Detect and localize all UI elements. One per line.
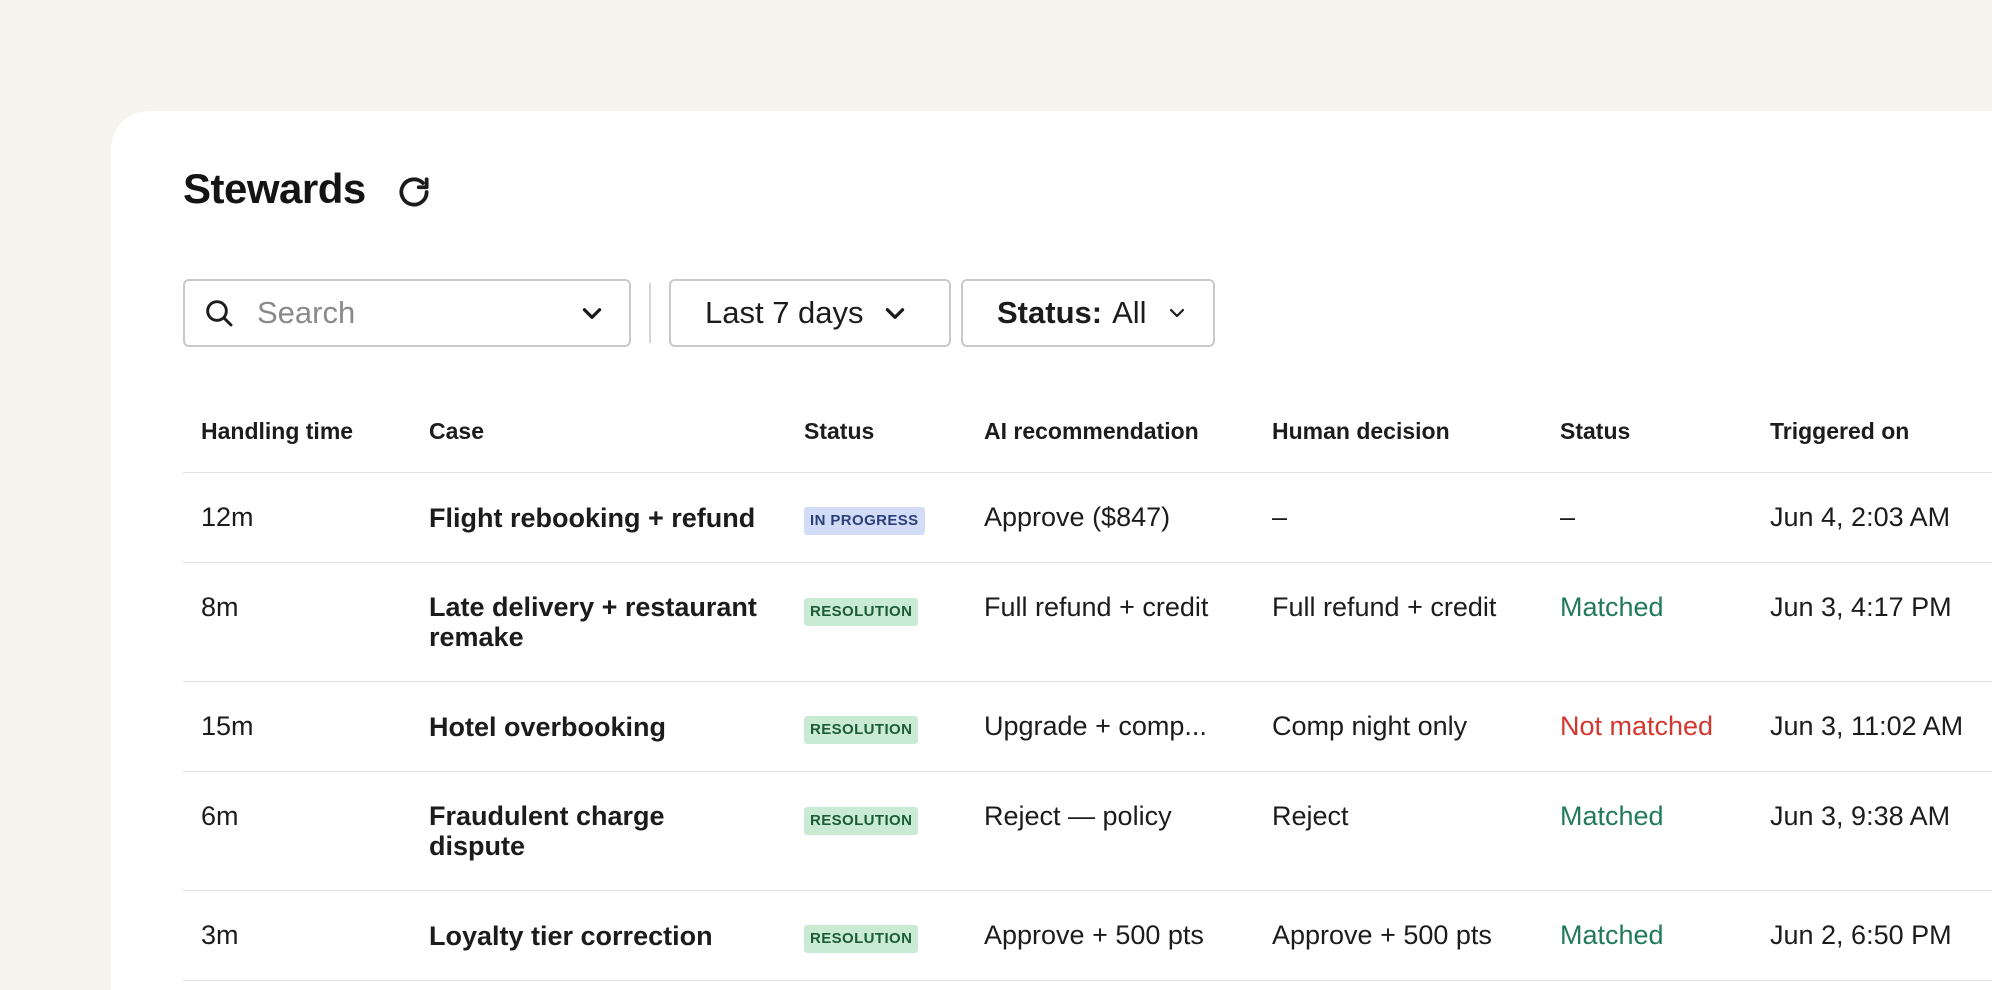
case-name: Late delivery + restaurant remake xyxy=(411,562,786,682)
column-header-case[interactable]: Case xyxy=(411,391,786,473)
table-header-row: Handling time Case Status AI recommendat… xyxy=(183,391,1992,473)
handling-time: 15m xyxy=(183,681,411,772)
search-box[interactable] xyxy=(183,279,631,347)
table-row[interactable]: 3m Loyalty tier correction RESOLUTION Ap… xyxy=(183,890,1992,981)
match-status: Matched xyxy=(1542,771,1752,891)
handling-time: 6m xyxy=(183,771,411,891)
column-header-status[interactable]: Status xyxy=(786,391,966,473)
human-decision: Comp night only xyxy=(1254,681,1542,772)
match-status: – xyxy=(1542,472,1752,563)
main-card: Stewards Last 7 days xyxy=(111,111,1992,990)
match-status: Not matched xyxy=(1542,681,1752,772)
human-decision: – xyxy=(1254,472,1542,563)
search-icon xyxy=(203,296,237,330)
chevron-down-icon xyxy=(1169,308,1184,318)
case-name: Flight rebooking + refund xyxy=(411,472,786,563)
human-decision: Reject xyxy=(1254,771,1542,891)
status-badge: IN PROGRESS xyxy=(804,506,925,535)
chevron-down-icon xyxy=(582,308,602,319)
triggered-on: Jun 3, 9:38 AM xyxy=(1752,771,1992,891)
column-header-match-status[interactable]: Status xyxy=(1542,391,1752,473)
triggered-on: Jun 4, 2:03 AM xyxy=(1752,472,1992,563)
column-header-ai-recommendation[interactable]: AI recommendation xyxy=(966,391,1254,473)
triggered-on: Jun 2, 6:50 PM xyxy=(1752,890,1992,981)
human-decision: Full refund + credit xyxy=(1254,562,1542,682)
match-status: Matched xyxy=(1542,890,1752,981)
refresh-icon xyxy=(399,177,429,207)
table-row[interactable]: 6m Fraudulent charge dispute RESOLUTION … xyxy=(183,771,1992,891)
case-name: Fraudulent charge dispute xyxy=(411,771,786,891)
ai-recommendation: Approve + 500 pts xyxy=(966,890,1254,981)
status-badge: RESOLUTION xyxy=(804,715,919,744)
page-header: Stewards xyxy=(183,165,434,213)
table-row[interactable]: 15m Hotel overbooking RESOLUTION Upgrade… xyxy=(183,681,1992,772)
filter-bar: Last 7 days Status: All xyxy=(183,279,1215,347)
status-badge: RESOLUTION xyxy=(804,924,919,953)
chevron-down-icon xyxy=(885,308,904,319)
status-filter-select[interactable]: Status: All xyxy=(961,279,1215,347)
column-header-triggered-on[interactable]: Triggered on xyxy=(1752,391,1992,473)
status-badge: RESOLUTION xyxy=(804,807,919,835)
table-row[interactable]: 8m Late delivery + restaurant remake RES… xyxy=(183,562,1992,682)
handling-time: 12m xyxy=(183,472,411,563)
status-filter-label: Status: xyxy=(997,295,1103,330)
column-header-handling-time[interactable]: Handling time xyxy=(183,391,411,473)
refresh-button[interactable] xyxy=(394,172,434,212)
date-range-select[interactable]: Last 7 days xyxy=(669,279,951,347)
human-decision: Approve + 500 pts xyxy=(1254,890,1542,981)
ai-recommendation: Full refund + credit xyxy=(966,562,1254,682)
status-filter-value: All xyxy=(1112,295,1147,330)
table-row[interactable]: 12m Flight rebooking + refund IN PROGRES… xyxy=(183,472,1992,563)
triggered-on: Jun 3, 4:17 PM xyxy=(1752,562,1992,682)
triggered-on: Jun 3, 11:02 AM xyxy=(1752,681,1992,772)
search-input[interactable] xyxy=(255,294,579,332)
status-badge: RESOLUTION xyxy=(804,598,919,626)
cases-table: Handling time Case Status AI recommendat… xyxy=(183,391,1992,981)
date-range-value: Last 7 days xyxy=(705,295,864,330)
status-cell: RESOLUTION xyxy=(786,890,966,981)
match-status: Matched xyxy=(1542,562,1752,682)
column-header-human-decision[interactable]: Human decision xyxy=(1254,391,1542,473)
case-name: Hotel overbooking xyxy=(411,681,786,772)
handling-time: 3m xyxy=(183,890,411,981)
ai-recommendation: Upgrade + comp... xyxy=(966,681,1254,772)
handling-time: 8m xyxy=(183,562,411,682)
status-cell: RESOLUTION xyxy=(786,681,966,772)
filter-divider xyxy=(649,283,651,343)
search-dropdown-button[interactable] xyxy=(579,300,605,326)
page-title: Stewards xyxy=(183,165,366,212)
status-cell: RESOLUTION xyxy=(786,771,966,891)
status-cell: RESOLUTION xyxy=(786,562,966,682)
status-cell: IN PROGRESS xyxy=(786,472,966,563)
ai-recommendation: Approve ($847) xyxy=(966,472,1254,563)
ai-recommendation: Reject — policy xyxy=(966,771,1254,891)
case-name: Loyalty tier correction xyxy=(411,890,786,981)
